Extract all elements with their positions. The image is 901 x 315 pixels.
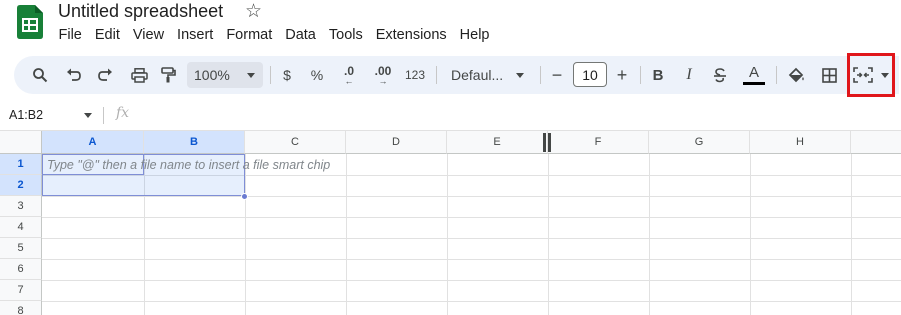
column-header-d[interactable]: D <box>346 131 447 154</box>
currency-format-button[interactable]: $ <box>276 56 298 94</box>
column-gridline <box>346 154 347 315</box>
column-header-i[interactable]: I <box>851 131 901 154</box>
column-header-g[interactable]: G <box>649 131 750 154</box>
toolbar: 100% $ % .0 ← .00 → 123 Defaul... − 10 +… <box>14 56 899 94</box>
toolbar-divider <box>776 66 777 84</box>
menu-help[interactable]: Help <box>453 25 496 45</box>
font-name: Defaul... <box>451 67 504 83</box>
menu-tools[interactable]: Tools <box>322 25 369 45</box>
menu-format[interactable]: Format <box>220 25 279 45</box>
row-header-4[interactable]: 4 <box>0 217 42 238</box>
increase-decimal-button[interactable]: .00 → <box>368 56 398 94</box>
more-formats-button[interactable]: 123 <box>403 56 427 94</box>
toolbar-divider <box>270 66 271 84</box>
fx-icon: fx <box>116 105 130 121</box>
strikethrough-icon[interactable] <box>709 56 731 94</box>
search-menus-icon[interactable] <box>28 56 52 94</box>
print-icon[interactable] <box>127 56 151 94</box>
merge-cells-button[interactable] <box>850 56 892 94</box>
chevron-down-icon <box>516 73 524 78</box>
row-gridline <box>42 301 901 302</box>
percent-format-button[interactable]: % <box>306 56 328 94</box>
merge-cells-icon <box>853 67 873 83</box>
toolbar-divider <box>436 66 437 84</box>
row-gridline <box>42 217 901 218</box>
name-box[interactable]: A1:B2 <box>0 104 100 126</box>
column-header-a[interactable]: A <box>42 131 144 154</box>
zoom-select[interactable]: 100% <box>187 62 263 88</box>
row-header-7[interactable]: 7 <box>0 280 42 301</box>
row-header-8[interactable]: 8 <box>0 301 42 315</box>
row-gridline <box>42 238 901 239</box>
decrease-decimal-button[interactable]: .0 ← <box>336 56 362 94</box>
font-select[interactable]: Defaul... <box>446 62 530 88</box>
row-header-2[interactable]: 2 <box>0 175 42 196</box>
column-header-h[interactable]: H <box>750 131 851 154</box>
cell-smart-chip-hint: Type "@" then a file name to insert a fi… <box>47 158 331 172</box>
arrow-right-icon: → <box>378 75 388 86</box>
document-title[interactable]: Untitled spreadsheet <box>58 1 223 22</box>
star-icon[interactable]: ☆ <box>245 0 262 23</box>
column-gridline <box>851 154 852 315</box>
bold-button[interactable]: B <box>647 56 669 94</box>
formula-bar-divider <box>103 107 104 124</box>
borders-icon[interactable] <box>817 56 841 94</box>
increase-font-size-button[interactable]: + <box>612 56 632 94</box>
menu-view[interactable]: View <box>126 25 170 45</box>
undo-icon[interactable] <box>62 56 86 94</box>
decrease-decimal-label: .0 <box>343 63 354 78</box>
increase-decimal-label: .00 <box>374 63 392 78</box>
menu-insert[interactable]: Insert <box>171 25 220 45</box>
text-color-letter: A <box>748 64 759 81</box>
paint-format-icon[interactable] <box>156 56 180 94</box>
column-gridline <box>548 154 549 315</box>
text-color-bar <box>743 82 765 85</box>
column-header-e[interactable]: E <box>447 131 548 154</box>
column-gridline <box>447 154 448 315</box>
decrease-font-size-button[interactable]: − <box>547 56 567 94</box>
redo-icon[interactable] <box>93 56 117 94</box>
row-header-5[interactable]: 5 <box>0 238 42 259</box>
row-header-6[interactable]: 6 <box>0 259 42 280</box>
zoom-value: 100% <box>194 67 230 83</box>
chevron-down-icon <box>247 73 255 78</box>
sheets-logo-icon[interactable] <box>17 5 43 39</box>
sheet-grid[interactable]: A B C D E F G H I 1 2 3 4 5 6 7 8 Type "… <box>0 131 901 315</box>
column-header-f[interactable]: F <box>548 131 649 154</box>
freeze-columns-handle[interactable] <box>543 133 551 152</box>
font-size-input[interactable]: 10 <box>573 62 607 87</box>
column-gridline <box>750 154 751 315</box>
fill-handle[interactable] <box>241 193 248 200</box>
menu-bar: File Edit View Insert Format Data Tools … <box>52 25 496 45</box>
row-header-3[interactable]: 3 <box>0 196 42 217</box>
column-gridline <box>245 154 246 315</box>
chevron-down-icon <box>84 113 92 118</box>
text-color-button[interactable]: A <box>742 56 766 94</box>
select-all-corner[interactable] <box>0 131 42 154</box>
column-gridline <box>649 154 650 315</box>
menu-data[interactable]: Data <box>279 25 323 45</box>
italic-button[interactable]: I <box>678 56 700 94</box>
column-header-c[interactable]: C <box>245 131 346 154</box>
row-gridline <box>42 280 901 281</box>
menu-file[interactable]: File <box>52 25 88 45</box>
menu-extensions[interactable]: Extensions <box>369 25 453 45</box>
chevron-down-icon <box>881 72 889 78</box>
column-header-b[interactable]: B <box>144 131 245 154</box>
row-gridline <box>42 259 901 260</box>
name-box-value: A1:B2 <box>9 108 44 122</box>
fill-color-icon[interactable] <box>784 56 808 94</box>
arrow-left-icon: ← <box>344 75 354 86</box>
row-gridline <box>42 196 901 197</box>
toolbar-divider <box>540 66 541 84</box>
menu-edit[interactable]: Edit <box>88 25 126 45</box>
row-header-1[interactable]: 1 <box>0 154 42 175</box>
toolbar-divider <box>640 66 641 84</box>
